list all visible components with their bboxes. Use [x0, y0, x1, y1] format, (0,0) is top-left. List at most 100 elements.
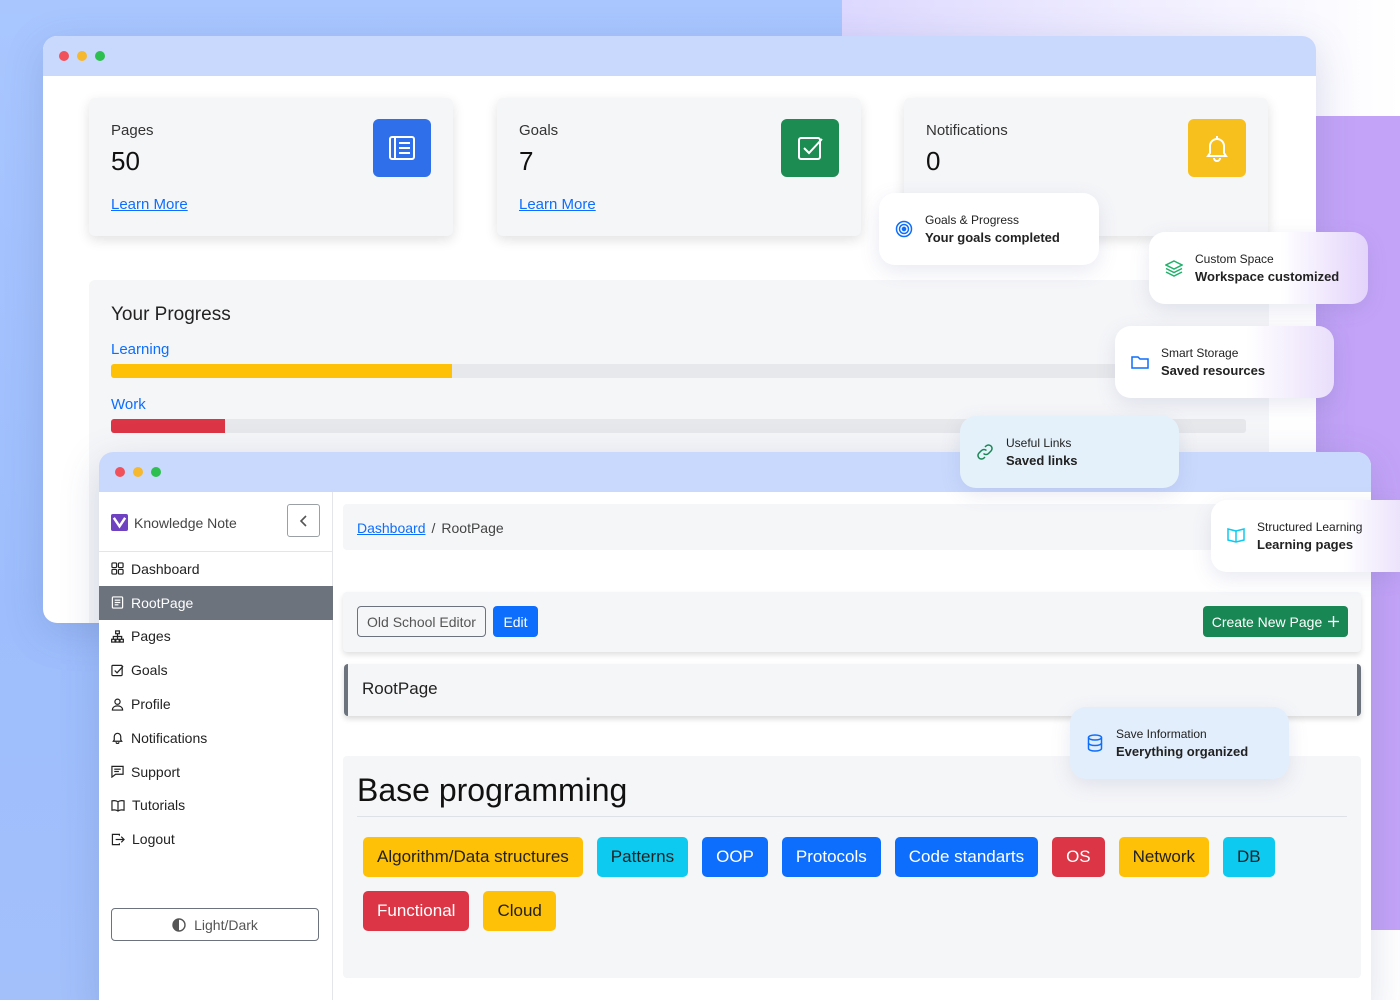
chat-icon — [111, 765, 124, 779]
float-title: Goals & Progress — [925, 213, 1020, 227]
close-dot[interactable] — [115, 467, 125, 477]
stat-label: Notifications — [926, 122, 1008, 139]
theme-toggle-button[interactable]: Light/Dark — [111, 908, 319, 941]
stat-value: 7 — [519, 146, 534, 176]
tag-badge[interactable]: Protocols — [781, 837, 881, 877]
sidebar: Knowledge Note Dashboard RootPage Pages … — [99, 492, 333, 1000]
checkbox-icon — [781, 119, 839, 177]
sidebar-item-goals[interactable]: Goals — [99, 653, 333, 687]
progress-fill-learning — [111, 364, 452, 378]
breadcrumb-current: RootPage — [441, 520, 504, 536]
theme-toggle-label: Light/Dark — [194, 916, 258, 933]
sidebar-item-support[interactable]: Support — [99, 755, 333, 789]
float-title: Structured Learning — [1257, 520, 1363, 534]
open-book-icon — [1225, 528, 1247, 544]
float-card-custom-space: Custom Space Workspace customized — [1149, 232, 1368, 304]
tag-badge[interactable]: OS — [1052, 837, 1105, 877]
editor-toolbar: Old School Editor Edit Create New Page — [343, 592, 1361, 652]
progress-fill-work — [111, 419, 225, 433]
book-icon — [111, 800, 125, 812]
progress-bar-learning — [111, 364, 1246, 378]
float-title: Smart Storage — [1161, 346, 1239, 360]
learn-more-link[interactable]: Learn More — [519, 196, 596, 213]
check-square-icon — [111, 664, 124, 676]
float-subtitle: Saved links — [1006, 453, 1078, 468]
breadcrumb-trail: Dashboard / RootPage — [357, 520, 504, 536]
content-card: Base programming Algorithm/Data structur… — [343, 756, 1361, 978]
learn-more-link[interactable]: Learn More — [111, 196, 188, 213]
create-new-page-button[interactable]: Create New Page — [1203, 606, 1348, 637]
grid-icon — [111, 562, 124, 576]
float-card-useful-links: Useful Links Saved links — [960, 416, 1179, 488]
sidebar-item-label: RootPage — [131, 594, 194, 611]
float-subtitle: Everything organized — [1116, 744, 1249, 759]
sidebar-item-label: Logout — [132, 831, 175, 848]
tag-badge[interactable]: Cloud — [483, 891, 556, 931]
breadcrumb-separator: / — [431, 520, 436, 536]
float-subtitle: Saved resources — [1161, 363, 1266, 378]
sidebar-item-pages[interactable]: Pages — [99, 620, 333, 654]
stat-label: Pages — [111, 122, 154, 139]
sitemap-icon — [111, 630, 124, 643]
database-icon — [1084, 734, 1106, 752]
breadcrumb-dashboard-link[interactable]: Dashboard — [357, 520, 426, 536]
sidebar-item-tutorials[interactable]: Tutorials — [99, 789, 333, 823]
sidebar-item-label: Dashboard — [131, 560, 200, 577]
old-school-editor-button[interactable]: Old School Editor — [357, 606, 486, 637]
sidebar-item-logout[interactable]: Logout — [99, 822, 333, 856]
tag-badge[interactable]: OOP — [702, 837, 768, 877]
progress-title: Your Progress — [111, 304, 231, 325]
float-card-goals: Goals & Progress Your goals completed — [879, 193, 1099, 265]
float-card-smart-storage: Smart Storage Saved resources — [1115, 326, 1334, 398]
brand[interactable]: Knowledge Note — [111, 514, 237, 531]
float-title: Useful Links — [1006, 436, 1072, 450]
progress-label-learning: Learning — [111, 341, 170, 358]
tag-badge[interactable]: Functional — [363, 891, 470, 931]
window-titlebar — [43, 36, 1316, 76]
minimize-dot[interactable] — [77, 51, 87, 61]
sidebar-item-rootpage[interactable]: RootPage — [99, 585, 333, 620]
sidebar-item-label: Tutorials — [132, 797, 186, 814]
minimize-dot[interactable] — [133, 467, 143, 477]
logo-icon — [111, 514, 128, 531]
sidebar-item-label: Notifications — [131, 729, 208, 746]
collapse-sidebar-button[interactable] — [287, 504, 320, 537]
sidebar-item-label: Support — [131, 763, 181, 780]
sidebar-item-notifications[interactable]: Notifications — [99, 721, 333, 755]
float-card-save-information: Save Information Everything organized — [1070, 707, 1289, 779]
float-card-structured-learning: Structured Learning Learning pages — [1211, 500, 1400, 572]
sidebar-item-label: Pages — [131, 628, 171, 645]
page-title: RootPage — [362, 679, 438, 698]
tag-badge[interactable]: Algorithm/Data structures — [363, 837, 583, 877]
sidebar-item-label: Profile — [131, 696, 171, 713]
tag-badge[interactable]: DB — [1223, 837, 1275, 877]
logout-icon — [111, 833, 125, 845]
tag-list: Algorithm/Data structures Patterns OOP Prot… — [363, 837, 1353, 931]
tag-badge[interactable]: Network — [1118, 837, 1209, 877]
edit-button[interactable]: Edit — [493, 606, 538, 637]
maximize-dot[interactable] — [95, 51, 105, 61]
plus-icon — [1328, 616, 1340, 627]
stat-card-pages: Pages 50 Learn More — [89, 98, 453, 236]
layers-icon — [1163, 259, 1185, 277]
tag-badge[interactable]: Patterns — [596, 837, 689, 877]
sidebar-item-label: Goals — [131, 662, 168, 679]
folder-icon — [1129, 354, 1151, 370]
close-dot[interactable] — [59, 51, 69, 61]
file-icon — [111, 596, 124, 609]
stat-value: 0 — [926, 146, 941, 176]
sidebar-item-dashboard[interactable]: Dashboard — [99, 552, 333, 586]
maximize-dot[interactable] — [151, 467, 161, 477]
tag-badge[interactable]: Code standarts — [894, 837, 1039, 877]
sidebar-item-profile[interactable]: Profile — [99, 687, 333, 721]
person-icon — [111, 698, 124, 711]
bell-icon — [1188, 119, 1246, 177]
stat-value: 50 — [111, 146, 140, 176]
content-divider — [357, 816, 1347, 817]
breadcrumb: Dashboard / RootPage — [343, 504, 1361, 550]
content-heading: Base programming — [357, 772, 628, 808]
bell-icon — [112, 733, 123, 745]
document-list-icon — [373, 119, 431, 177]
create-new-page-label: Create New Page — [1211, 613, 1323, 630]
contrast-icon — [172, 917, 186, 932]
